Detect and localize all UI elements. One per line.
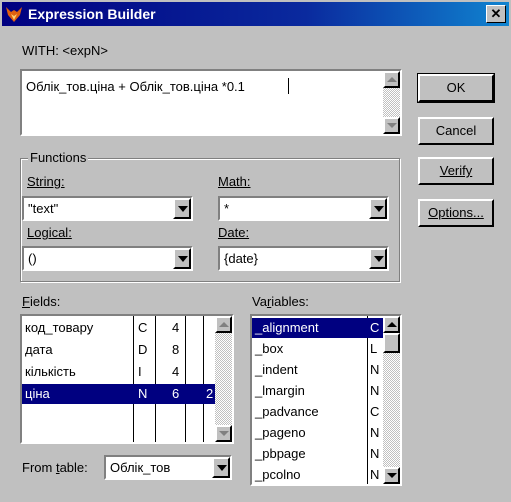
close-icon[interactable]: ✕ (486, 5, 506, 23)
math-value: * (224, 201, 230, 216)
fields-scrollbar[interactable] (215, 316, 232, 442)
verify-button[interactable]: Verify (418, 157, 494, 185)
field-type: D (138, 342, 148, 357)
variable-type: N (370, 467, 380, 482)
field-type: I (138, 364, 142, 379)
chevron-down-icon[interactable] (369, 198, 387, 219)
fields-label: Fields: (22, 294, 61, 309)
variables-row[interactable]: _pcolno N (252, 465, 383, 484)
fields-list-body: код_товару C 4 дата D 8 кількість I 4 ці… (22, 316, 215, 442)
scroll-up-icon[interactable] (383, 71, 400, 88)
fields-list[interactable]: код_товару C 4 дата D 8 кількість I 4 ці… (20, 314, 234, 444)
scroll-up-icon[interactable] (383, 316, 400, 333)
field-width: 6 (172, 386, 180, 401)
math-dropdown[interactable]: * (218, 196, 389, 221)
variable-type: N (370, 383, 380, 398)
variables-row[interactable]: _lmargin N (252, 381, 383, 401)
from-table-value: Облік_тов (110, 460, 171, 475)
date-label: Date: (218, 225, 250, 240)
variable-name: _box (255, 341, 284, 356)
field-type: N (138, 386, 148, 401)
window-title: Expression Builder (28, 6, 156, 22)
variable-name: _padvance (255, 404, 319, 419)
scroll-down-icon[interactable] (383, 467, 400, 484)
string-dropdown[interactable]: "text" (22, 196, 193, 221)
variable-type: N (370, 362, 380, 377)
from-table-label: From table: (22, 460, 88, 475)
variable-name: _pbpage (255, 446, 306, 461)
variables-list[interactable]: _alignment C _box L _indent N _lmargin N… (250, 314, 402, 486)
options-button[interactable]: Options... (418, 199, 494, 227)
title-bar[interactable]: Expression Builder ✕ (2, 2, 509, 26)
math-label: Math: (218, 174, 251, 189)
logical-dropdown[interactable]: () (22, 246, 193, 271)
chevron-down-icon[interactable] (173, 248, 191, 269)
variable-type: C (370, 320, 380, 335)
variables-row[interactable]: _indent N (252, 360, 383, 380)
options-button-label: Options... (428, 205, 484, 220)
variable-name: _pcolno (255, 467, 301, 482)
expression-label: WITH: <expN> (22, 43, 108, 58)
field-width: 8 (172, 342, 180, 357)
variable-name: _alignment (255, 320, 319, 335)
string-label: String: (27, 174, 65, 189)
date-value: {date} (224, 251, 258, 266)
variable-name: _lmargin (255, 383, 305, 398)
chevron-down-icon[interactable] (369, 248, 387, 269)
cancel-button[interactable]: Cancel (418, 117, 494, 145)
ok-button[interactable]: OK (417, 73, 495, 103)
fields-row[interactable]: код_товару C 4 (22, 318, 215, 338)
scroll-down-icon[interactable] (215, 425, 232, 442)
chevron-down-icon[interactable] (173, 198, 191, 219)
functions-group-label: Functions (28, 150, 89, 165)
from-table-dropdown[interactable]: Облік_тов (104, 455, 232, 480)
field-decimals: 2 (206, 386, 214, 401)
variable-type: N (370, 425, 380, 440)
field-width: 4 (172, 320, 180, 335)
scrollbar-thumb[interactable] (383, 333, 400, 353)
verify-button-label: Verify (439, 163, 473, 178)
fields-row[interactable]: дата D 8 (22, 340, 215, 360)
variables-row[interactable]: _padvance C (252, 402, 383, 422)
logical-label: Logical: (27, 225, 72, 240)
variables-label: Variables: (252, 294, 309, 309)
logical-value: () (28, 251, 37, 266)
variables-row[interactable]: _pbpage N (252, 444, 383, 464)
fields-row[interactable]: кількість I 4 (22, 362, 215, 382)
variables-list-body: _alignment C _box L _indent N _lmargin N… (252, 316, 383, 484)
scroll-down-icon[interactable] (383, 117, 400, 134)
expression-text: Облік_тов.ціна + Облік_тов.ціна *0.1 (26, 79, 245, 94)
variables-row[interactable]: _pageno N (252, 423, 383, 443)
field-type: C (138, 320, 148, 335)
variable-type: L (370, 341, 378, 356)
chevron-down-icon[interactable] (212, 457, 230, 478)
variable-name: _indent (255, 362, 298, 377)
field-name: дата (25, 342, 53, 357)
variable-type: N (370, 446, 380, 461)
variable-type: C (370, 404, 380, 419)
field-name: кількість (25, 364, 76, 379)
date-dropdown[interactable]: {date} (218, 246, 389, 271)
fox-app-icon (6, 7, 22, 22)
scroll-up-icon[interactable] (215, 316, 232, 333)
variables-row-selected[interactable]: _alignment C (252, 318, 383, 338)
field-name: код_товару (25, 320, 94, 335)
variable-name: _pageno (255, 425, 306, 440)
text-caret (288, 78, 289, 94)
field-width: 4 (172, 364, 180, 379)
fields-row-selected[interactable]: ціна N 6 2 (22, 384, 215, 404)
expression-textarea[interactable]: Облік_тов.ціна + Облік_тов.ціна *0.1 (20, 69, 402, 136)
expression-builder-dialog: Expression Builder ✕ WITH: <expN> Облік_… (0, 0, 511, 502)
field-name: ціна (25, 386, 50, 401)
variables-row[interactable]: _box L (252, 339, 383, 359)
string-value: "text" (28, 201, 59, 216)
